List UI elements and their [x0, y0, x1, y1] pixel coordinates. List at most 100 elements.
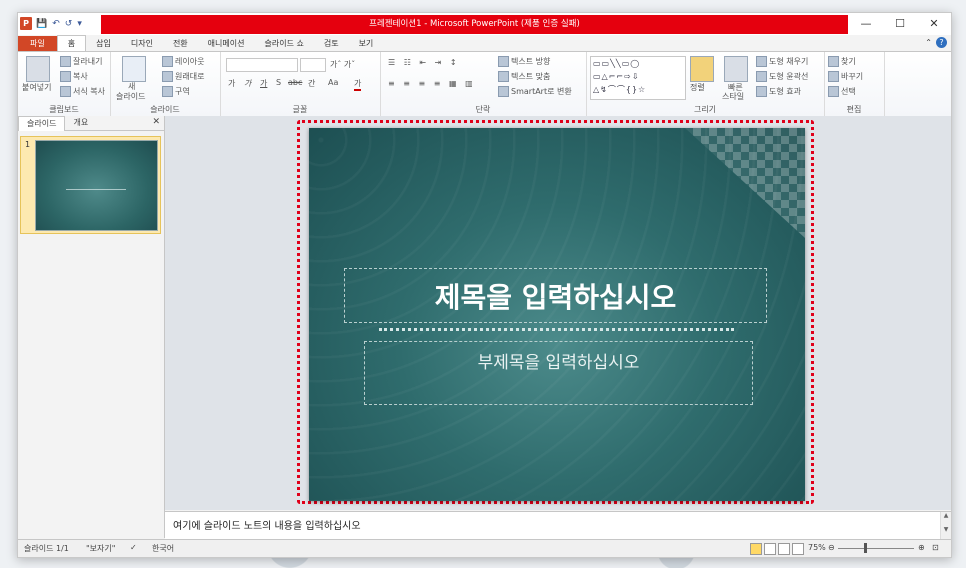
notes-scrollbar[interactable]: ▲ ▼ — [940, 512, 951, 539]
subtitle-placeholder[interactable]: 부제목을 입력하십시오 — [364, 341, 753, 405]
new-slide-label-2[interactable]: 슬라이드 — [116, 91, 145, 102]
minimize-button[interactable]: — — [849, 13, 883, 35]
powerpoint-window: P 💾 ↶ ↺ ▾ 프레젠테이션1 - Microsoft PowerPoint… — [17, 12, 952, 558]
slide-thumbnail-item[interactable]: 1 — [20, 136, 161, 234]
title-placeholder[interactable]: 제목을 입력하십시오 — [344, 268, 767, 323]
close-panel-icon[interactable]: ✕ — [152, 117, 160, 127]
font-color-button[interactable]: 가 — [354, 78, 362, 91]
find-button[interactable]: 찾기 — [828, 56, 856, 67]
format-painter-button[interactable]: 서식 복사 — [60, 86, 105, 97]
cut-button[interactable]: 잘라내기 — [60, 56, 102, 67]
tab-view[interactable]: 보기 — [349, 36, 384, 51]
quick-styles-icon[interactable] — [724, 56, 748, 82]
save-icon[interactable]: 💾 — [36, 19, 47, 29]
fit-to-window-icon[interactable]: ⊡ — [932, 543, 939, 552]
strikethrough-button[interactable]: abc — [288, 78, 302, 87]
slide-canvas[interactable]: 제목을 입력하십시오 부제목을 입력하십시오 — [309, 128, 805, 501]
zoom-out-icon[interactable]: ⊖ — [828, 543, 835, 552]
help-icon[interactable]: ? — [936, 37, 947, 48]
tab-slides-panel[interactable]: 슬라이드 — [18, 116, 66, 131]
tab-transitions[interactable]: 전환 — [163, 36, 198, 51]
minimize-ribbon-icon[interactable]: ⌃ — [925, 38, 932, 47]
list-buttons-icon[interactable]: ☰ ☷ ⇤ ⇥ ↕ — [388, 58, 460, 67]
text-direction-button[interactable]: 텍스트 방향 — [498, 56, 550, 67]
tab-review[interactable]: 검토 — [314, 36, 349, 51]
status-bar: 슬라이드 1/1 "보자기" ✓ 한국어 75% ⊖ ⊕ ⊡ — [18, 539, 951, 557]
arrange-icon[interactable] — [690, 56, 714, 82]
tab-design[interactable]: 디자인 — [121, 36, 163, 51]
layout-button[interactable]: 레이아웃 — [162, 56, 204, 67]
paint-bucket-icon — [756, 56, 767, 67]
bold-button[interactable]: 가 — [228, 78, 235, 89]
slideshow-view-icon[interactable] — [792, 543, 804, 555]
group-label-editing: 편집 — [846, 105, 862, 114]
shape-fill-button[interactable]: 도형 채우기 — [756, 56, 808, 67]
customize-qat-icon[interactable]: ▾ — [77, 19, 82, 29]
underline-button[interactable]: 가 — [260, 78, 267, 89]
powerpoint-app-icon[interactable]: P — [20, 17, 32, 30]
reset-label: 원래대로 — [175, 72, 205, 81]
font-size-combo[interactable] — [300, 58, 326, 72]
slide-thumbnail[interactable] — [35, 140, 158, 231]
redo-icon[interactable]: ↺ — [65, 19, 73, 29]
tab-outline-panel[interactable]: 개요 — [65, 116, 96, 130]
new-slide-icon[interactable] — [122, 56, 146, 82]
cursor-icon — [828, 86, 839, 97]
close-button[interactable]: ✕ — [917, 13, 951, 35]
shapes-gallery[interactable]: ▭▭╲╲▭◯ ▭△⌐⌐⇨⇩ △↯⌒⌒{}☆ — [590, 56, 686, 100]
tab-animations[interactable]: 애니메이션 — [198, 36, 255, 51]
undo-icon[interactable]: ↶ — [52, 19, 60, 29]
zoom-level[interactable]: 75% — [808, 543, 826, 552]
font-name-combo[interactable] — [226, 58, 298, 72]
change-case-button[interactable]: Aa — [328, 78, 338, 87]
text-direction-icon — [498, 56, 509, 67]
shape-effects-label: 도형 효과 — [769, 87, 801, 96]
reading-view-icon[interactable] — [778, 543, 790, 555]
smartart-label: SmartArt로 변환 — [511, 87, 572, 96]
align-text-button[interactable]: 텍스트 맞춤 — [498, 71, 550, 82]
ribbon-tabs: 파일 홈 삽입 디자인 전환 애니메이션 슬라이드 쇼 검토 보기 — [18, 35, 951, 51]
align-buttons-icon[interactable]: ≡ ≡ ≡ ≡ ▦ ▥ — [388, 79, 476, 88]
shadow-button[interactable]: S — [276, 78, 281, 87]
replace-label: 바꾸기 — [841, 72, 864, 81]
tab-home[interactable]: 홈 — [56, 35, 87, 51]
zoom-slider[interactable] — [838, 548, 914, 549]
slide-count-status: 슬라이드 1/1 — [24, 544, 69, 553]
normal-view-icon[interactable] — [750, 543, 762, 555]
notes-pane[interactable]: 여기에 슬라이드 노트의 내용을 입력하십시오 ▲ ▼ — [165, 511, 951, 539]
section-button[interactable]: 구역 — [162, 86, 190, 97]
thumbnail-title-line — [66, 189, 126, 190]
copy-button[interactable]: 복사 — [60, 71, 88, 82]
font-grow-shrink-icon[interactable]: 가ˆ 가ˇ — [330, 59, 355, 70]
reset-button[interactable]: 원래대로 — [162, 71, 204, 82]
align-text-label: 텍스트 맞춤 — [511, 72, 551, 81]
paste-button[interactable]: 붙여넣기 — [22, 82, 51, 93]
tab-insert[interactable]: 삽입 — [86, 36, 121, 51]
tab-file[interactable]: 파일 — [18, 36, 57, 51]
slide-sorter-view-icon[interactable] — [764, 543, 776, 555]
smartart-button[interactable]: SmartArt로 변환 — [498, 86, 572, 97]
language-status[interactable]: 한국어 — [152, 543, 174, 554]
window-controls: — ☐ ✕ — [849, 13, 951, 35]
slides-panel: 슬라이드 개요 ✕ 1 — [18, 116, 165, 538]
tab-slideshow[interactable]: 슬라이드 쇼 — [254, 36, 313, 51]
maximize-button[interactable]: ☐ — [883, 13, 917, 35]
smartart-icon — [498, 86, 509, 97]
char-spacing-button[interactable]: 간 — [308, 78, 315, 89]
paste-icon[interactable] — [26, 56, 50, 82]
spellcheck-icon[interactable]: ✓ — [130, 543, 137, 552]
section-icon — [162, 86, 173, 97]
cut-label: 잘라내기 — [73, 57, 103, 66]
shape-effects-button[interactable]: 도형 효과 — [756, 86, 801, 97]
select-button[interactable]: 선택 — [828, 86, 856, 97]
title-bar: P 💾 ↶ ↺ ▾ 프레젠테이션1 - Microsoft PowerPoint… — [18, 13, 951, 35]
notes-placeholder[interactable]: 여기에 슬라이드 노트의 내용을 입력하십시오 — [173, 517, 361, 532]
format-painter-label: 서식 복사 — [73, 87, 105, 96]
arrange-button[interactable]: 정렬 — [690, 82, 705, 93]
replace-button[interactable]: 바꾸기 — [828, 71, 863, 82]
quick-styles-label-2[interactable]: 스타일 — [722, 91, 744, 102]
zoom-in-icon[interactable]: ⊕ — [918, 543, 925, 552]
zoom-slider-thumb[interactable] — [864, 543, 867, 553]
shape-outline-button[interactable]: 도형 윤곽선 — [756, 71, 808, 82]
italic-button[interactable]: 가 — [244, 78, 251, 89]
